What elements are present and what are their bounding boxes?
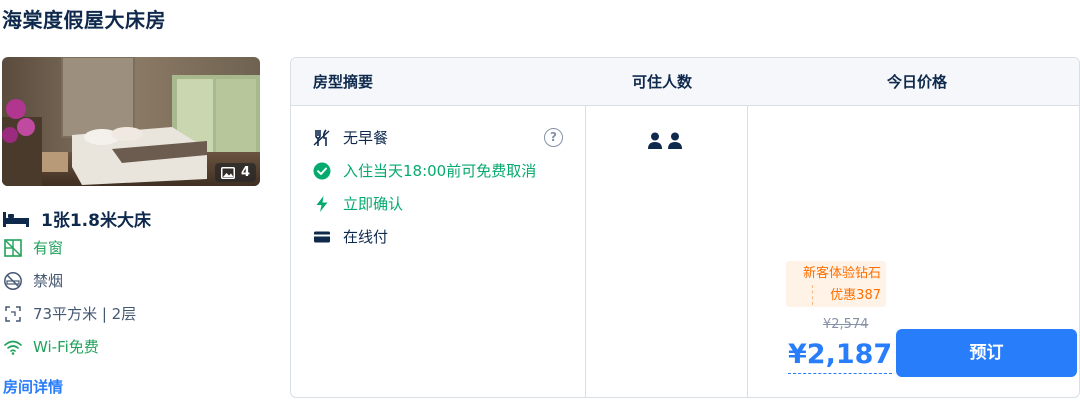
wifi-label: Wi-Fi免费	[33, 338, 99, 356]
person-icon	[648, 132, 662, 149]
cancel-label: 入住当天18:00前可免费取消	[343, 162, 537, 180]
area-feature: 73平方米 | 2层	[3, 303, 136, 324]
header-guests: 可住人数	[632, 73, 693, 91]
photo-count: 4	[240, 165, 250, 180]
promo-tag[interactable]: 新客体验钻石 优惠387	[786, 261, 886, 307]
header-price: 今日价格	[887, 73, 948, 91]
promo-divider	[812, 285, 813, 305]
meal-label: 无早餐	[343, 129, 389, 147]
column-divider	[585, 106, 586, 397]
photo-count-badge[interactable]: 4	[214, 163, 256, 182]
bed-icon	[3, 211, 29, 227]
room-rate-table: 房型摘要 可住人数 今日价格 无早餐 ? 入住当天18:00前可免费取消 立即确…	[290, 57, 1080, 398]
utensils-icon	[313, 128, 330, 146]
check-circle-icon	[313, 162, 331, 179]
payment-policy: 在线付	[313, 226, 388, 247]
guest-count	[647, 132, 683, 150]
column-divider	[747, 106, 748, 397]
room-photo[interactable]: 4	[2, 57, 260, 186]
bed-label: 1张1.8米大床	[41, 211, 151, 231]
book-button[interactable]: 预订	[896, 329, 1077, 377]
no-smoking-icon	[4, 271, 22, 290]
wifi-feature: Wi-Fi免费	[3, 336, 99, 357]
original-price: ¥2,574	[823, 317, 869, 332]
cancel-policy[interactable]: 入住当天18:00前可免费取消	[313, 160, 536, 181]
bed-info: 1张1.8米大床	[3, 206, 151, 231]
card-icon	[314, 231, 330, 242]
room-title: 海棠度假屋大床房	[2, 8, 166, 32]
image-icon	[220, 166, 235, 179]
meal-policy: 无早餐	[313, 127, 388, 148]
lightning-icon	[316, 195, 328, 212]
area-icon	[5, 305, 21, 322]
window-label: 有窗	[33, 239, 64, 257]
promo-line2: 优惠387	[830, 288, 881, 303]
promo-line1: 新客体验钻石	[802, 266, 881, 281]
smoking-feature: 禁烟	[3, 270, 63, 291]
area-label: 73平方米 | 2层	[33, 305, 137, 323]
confirm-policy: 立即确认	[313, 193, 403, 214]
room-details-link[interactable]: 房间详情	[3, 376, 63, 397]
help-icon[interactable]: ?	[544, 128, 563, 147]
person-icon	[668, 132, 682, 149]
payment-label: 在线付	[343, 228, 389, 246]
smoking-label: 禁烟	[33, 272, 64, 290]
confirm-label: 立即确认	[343, 195, 404, 213]
window-icon	[4, 238, 22, 257]
window-feature: 有窗	[3, 237, 63, 258]
wifi-icon	[4, 340, 22, 355]
table-header: 房型摘要 可住人数 今日价格	[291, 58, 1079, 106]
header-summary: 房型摘要	[313, 73, 374, 91]
current-price[interactable]: ¥2,187	[788, 337, 893, 374]
